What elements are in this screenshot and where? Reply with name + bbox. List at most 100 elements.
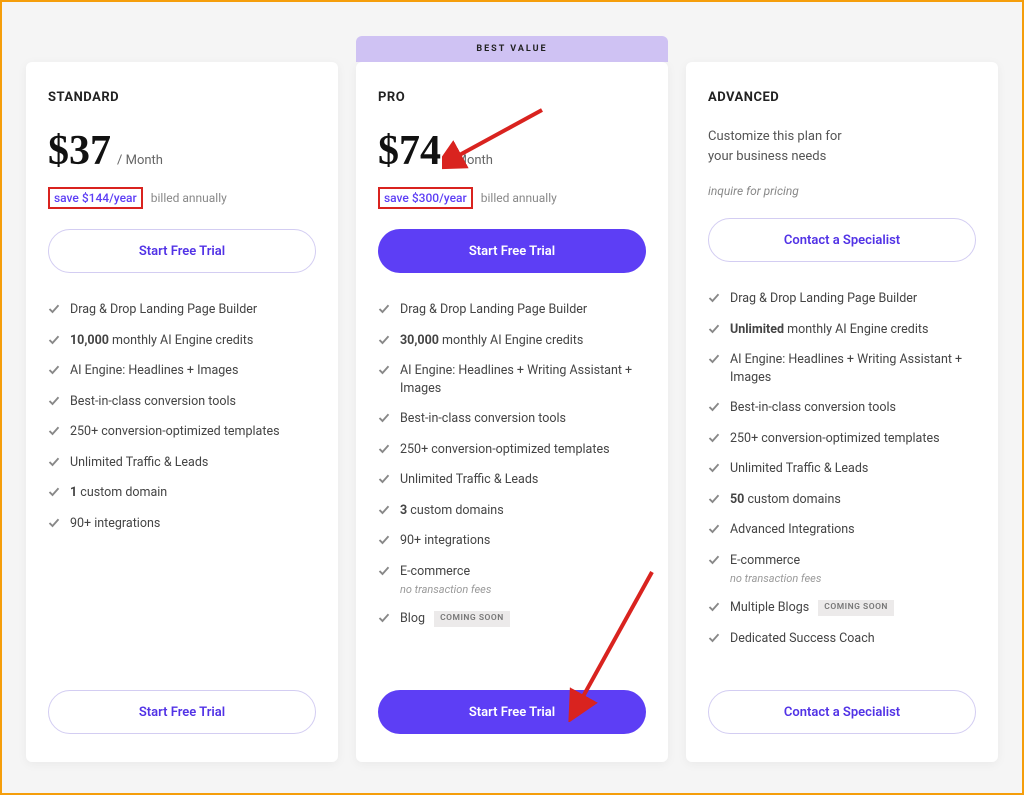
cta-bottom-button[interactable]: Start Free Trial bbox=[48, 690, 316, 734]
check-icon bbox=[378, 473, 390, 485]
save-badge: save $300/year bbox=[378, 187, 473, 209]
billed-annually: billed annually bbox=[151, 191, 227, 205]
check-icon bbox=[708, 632, 720, 644]
feature-text: Best-in-class conversion tools bbox=[70, 393, 236, 411]
check-icon bbox=[708, 292, 720, 304]
feature-item: Best-in-class conversion tools bbox=[708, 399, 976, 417]
feature-text: 250+ conversion-optimized templates bbox=[70, 423, 280, 441]
feature-text: Unlimited Traffic & Leads bbox=[70, 454, 208, 472]
feature-text: 50 custom domains bbox=[730, 491, 841, 509]
coming-soon-badge: COMING SOON bbox=[434, 611, 510, 627]
price-line: $37 / Month bbox=[48, 127, 316, 175]
feature-item: Dedicated Success Coach bbox=[708, 630, 976, 648]
feature-text: Multiple Blogs COMING SOON bbox=[730, 599, 894, 617]
plan-name: PRO bbox=[378, 90, 646, 105]
check-icon bbox=[48, 303, 60, 315]
check-icon bbox=[378, 443, 390, 455]
feature-text: Drag & Drop Landing Page Builder bbox=[70, 301, 257, 319]
feature-text: E-commerceno transaction fees bbox=[730, 552, 821, 587]
feature-item: 250+ conversion-optimized templates bbox=[48, 423, 316, 441]
cta-bottom-button[interactable]: Contact a Specialist bbox=[708, 690, 976, 734]
feature-text: Blog COMING SOON bbox=[400, 610, 510, 628]
feature-item: Multiple Blogs COMING SOON bbox=[708, 599, 976, 617]
feature-text: Advanced Integrations bbox=[730, 521, 855, 539]
check-icon bbox=[708, 554, 720, 566]
feature-item: AI Engine: Headlines + Writing Assistant… bbox=[378, 362, 646, 397]
feature-item: 50 custom domains bbox=[708, 491, 976, 509]
pricing-card-pro: BEST VALUEPRO $74 / Month save $300/year… bbox=[356, 62, 668, 762]
pricing-card-standard: STANDARD $37 / Month save $144/year bill… bbox=[26, 62, 338, 762]
feature-text: Unlimited monthly AI Engine credits bbox=[730, 321, 928, 339]
savings-line: save $300/year billed annually bbox=[378, 187, 646, 209]
feature-item: 90+ integrations bbox=[378, 532, 646, 550]
feature-text: Best-in-class conversion tools bbox=[730, 399, 896, 417]
feature-text: 90+ integrations bbox=[70, 515, 160, 533]
feature-text: 30,000 monthly AI Engine credits bbox=[400, 332, 583, 350]
billed-annually: billed annually bbox=[481, 191, 557, 205]
coming-soon-badge: COMING SOON bbox=[818, 600, 894, 616]
check-icon bbox=[48, 486, 60, 498]
price-line: $74 / Month bbox=[378, 127, 646, 175]
feature-item: Advanced Integrations bbox=[708, 521, 976, 539]
check-icon bbox=[708, 401, 720, 413]
custom-plan-text: Customize this plan for your business ne… bbox=[708, 127, 976, 166]
feature-text: 250+ conversion-optimized templates bbox=[400, 441, 610, 459]
feature-text: 3 custom domains bbox=[400, 502, 504, 520]
check-icon bbox=[48, 456, 60, 468]
cta-bottom-button[interactable]: Start Free Trial bbox=[378, 690, 646, 734]
check-icon bbox=[378, 364, 390, 376]
feature-text: 90+ integrations bbox=[400, 532, 490, 550]
cta-top-button[interactable]: Contact a Specialist bbox=[708, 218, 976, 262]
check-icon bbox=[48, 395, 60, 407]
feature-text: Unlimited Traffic & Leads bbox=[400, 471, 538, 489]
feature-item: E-commerceno transaction fees bbox=[378, 563, 646, 598]
check-icon bbox=[708, 432, 720, 444]
feature-item: 3 custom domains bbox=[378, 502, 646, 520]
feature-text: 250+ conversion-optimized templates bbox=[730, 430, 940, 448]
feature-text: E-commerceno transaction fees bbox=[400, 563, 491, 598]
feature-text: AI Engine: Headlines + Writing Assistant… bbox=[400, 362, 646, 397]
check-icon bbox=[378, 612, 390, 624]
check-icon bbox=[48, 334, 60, 346]
check-icon bbox=[708, 353, 720, 365]
feature-text: 1 custom domain bbox=[70, 484, 167, 502]
check-icon bbox=[378, 412, 390, 424]
feature-item: 1 custom domain bbox=[48, 484, 316, 502]
feature-subnote: no transaction fees bbox=[400, 582, 491, 597]
best-value-badge: BEST VALUE bbox=[356, 36, 668, 62]
feature-item: Best-in-class conversion tools bbox=[378, 410, 646, 428]
feature-list: Drag & Drop Landing Page Builder 10,000 … bbox=[48, 301, 316, 690]
feature-item: 10,000 monthly AI Engine credits bbox=[48, 332, 316, 350]
per-month-label: / Month bbox=[117, 153, 163, 168]
plan-name: ADVANCED bbox=[708, 90, 976, 105]
check-icon bbox=[708, 523, 720, 535]
feature-text: Unlimited Traffic & Leads bbox=[730, 460, 868, 478]
check-icon bbox=[378, 534, 390, 546]
price: $74 bbox=[378, 127, 441, 175]
feature-item: 250+ conversion-optimized templates bbox=[378, 441, 646, 459]
cta-top-button[interactable]: Start Free Trial bbox=[48, 229, 316, 273]
feature-text: Drag & Drop Landing Page Builder bbox=[400, 301, 587, 319]
feature-text: AI Engine: Headlines + Writing Assistant… bbox=[730, 351, 976, 386]
feature-item: Drag & Drop Landing Page Builder bbox=[378, 301, 646, 319]
check-icon bbox=[378, 334, 390, 346]
feature-item: AI Engine: Headlines + Writing Assistant… bbox=[708, 351, 976, 386]
feature-text: Drag & Drop Landing Page Builder bbox=[730, 290, 917, 308]
cta-top-button[interactable]: Start Free Trial bbox=[378, 229, 646, 273]
feature-item: Unlimited monthly AI Engine credits bbox=[708, 321, 976, 339]
savings-line: save $144/year billed annually bbox=[48, 187, 316, 209]
feature-text: 10,000 monthly AI Engine credits bbox=[70, 332, 253, 350]
per-month-label: / Month bbox=[447, 153, 493, 168]
feature-item: Blog COMING SOON bbox=[378, 610, 646, 628]
feature-list: Drag & Drop Landing Page Builder Unlimit… bbox=[708, 290, 976, 690]
feature-item: Drag & Drop Landing Page Builder bbox=[708, 290, 976, 308]
feature-text: AI Engine: Headlines + Images bbox=[70, 362, 238, 380]
feature-item: Unlimited Traffic & Leads bbox=[708, 460, 976, 478]
feature-item: E-commerceno transaction fees bbox=[708, 552, 976, 587]
check-icon bbox=[708, 601, 720, 613]
feature-item: Unlimited Traffic & Leads bbox=[48, 454, 316, 472]
feature-item: Best-in-class conversion tools bbox=[48, 393, 316, 411]
feature-item: 250+ conversion-optimized templates bbox=[708, 430, 976, 448]
feature-item: 30,000 monthly AI Engine credits bbox=[378, 332, 646, 350]
check-icon bbox=[708, 462, 720, 474]
